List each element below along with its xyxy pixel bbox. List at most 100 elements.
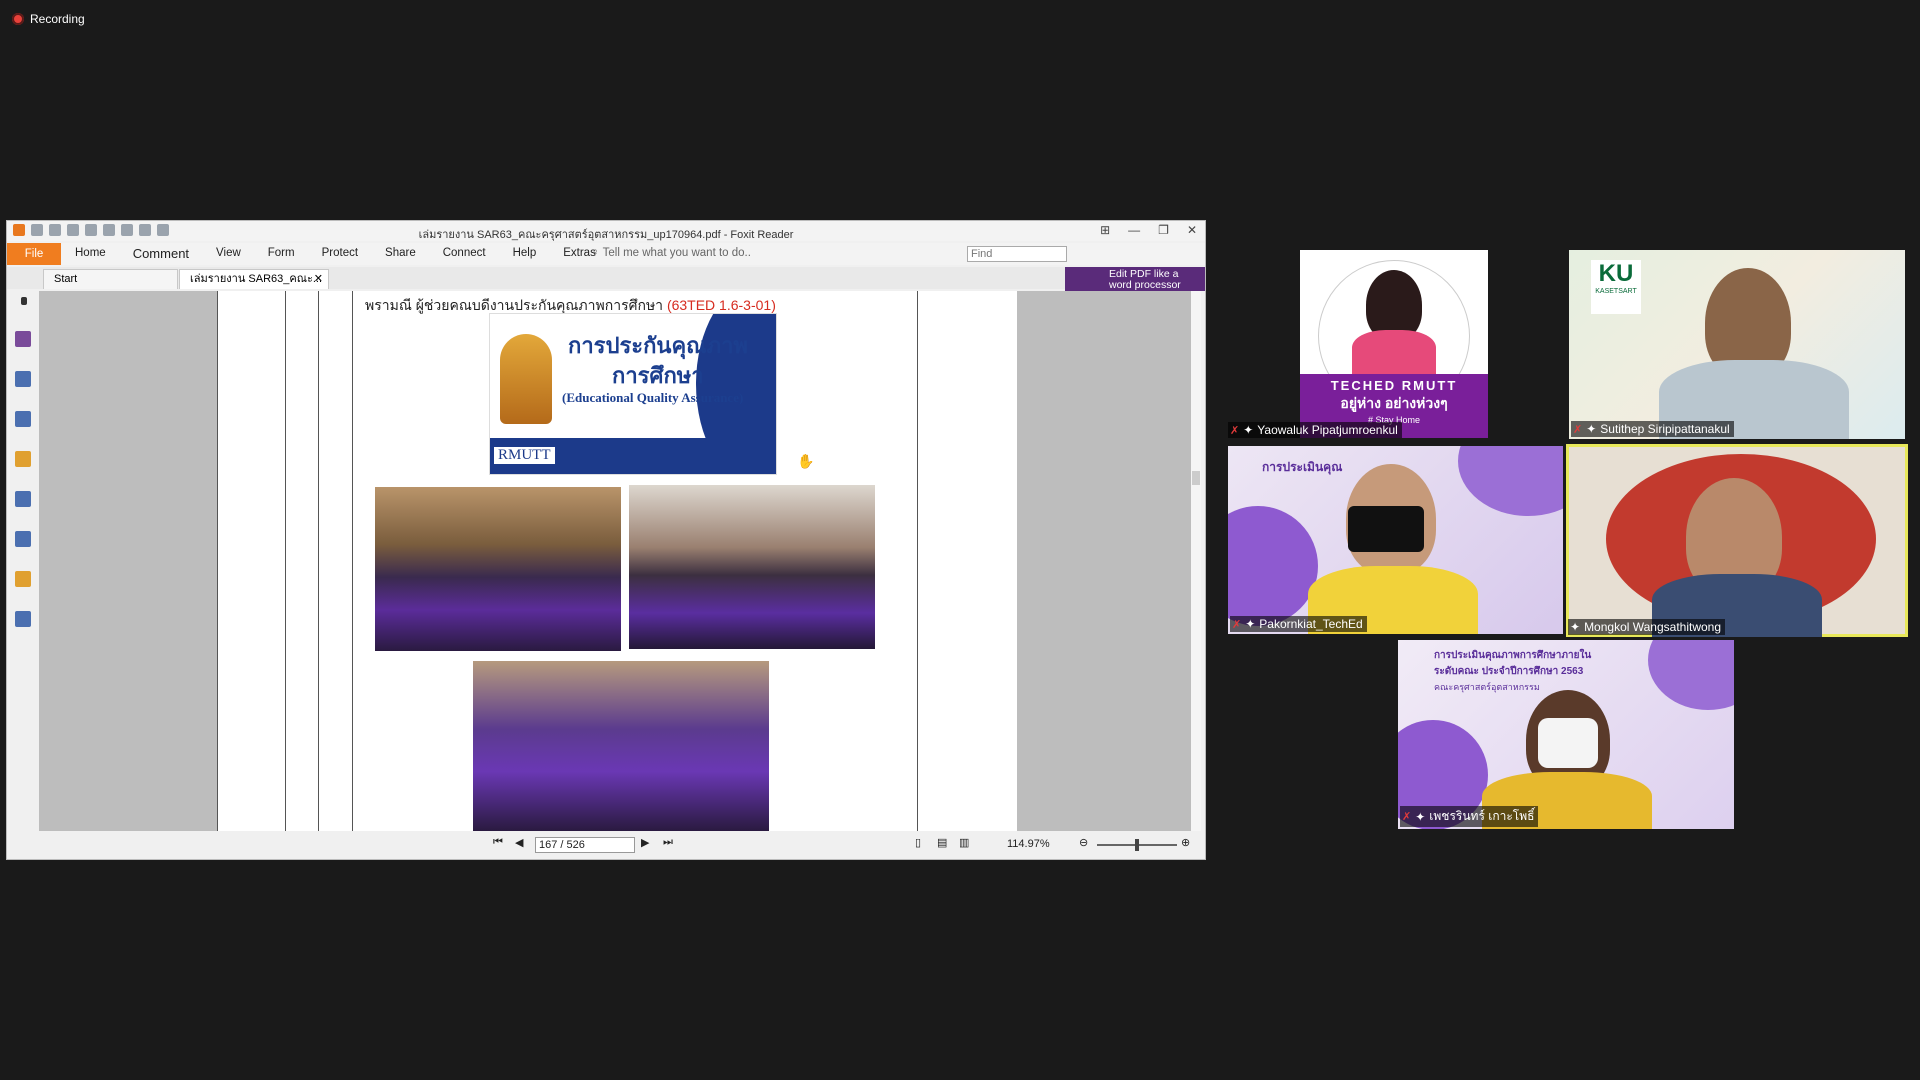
- vertical-scrollbar[interactable]: [1191, 291, 1201, 831]
- table-border: [318, 291, 319, 831]
- scroll-thumb[interactable]: [1192, 471, 1200, 485]
- attachments-icon[interactable]: [15, 491, 31, 507]
- find-input[interactable]: Find: [967, 246, 1067, 262]
- ribbon-options-icon[interactable]: ⊞: [1100, 223, 1110, 237]
- pin-icon: ✦: [1570, 620, 1581, 634]
- tab-comment[interactable]: Comment: [133, 246, 189, 261]
- table-border: [285, 291, 286, 831]
- page-number-input[interactable]: 167 / 526: [535, 837, 635, 853]
- participant-name-tag: ✗ ✦ Yaowaluk Pipatjumroenkul: [1228, 422, 1402, 438]
- navigation-panel: [7, 291, 37, 831]
- table-border: [917, 291, 918, 831]
- overlay-subtitle: อยู่ห่าง อย่างห่วงๆ: [1340, 395, 1448, 411]
- continuous-page-icon[interactable]: ▤: [937, 836, 947, 849]
- overlay-title: TECHED RMUTT: [1330, 378, 1458, 393]
- document-tabs: Start เล่มรายงาน SAR63_คณะ... ✕: [7, 267, 1205, 289]
- rmutt-logo: RMUTT: [494, 447, 555, 464]
- facing-page-icon[interactable]: ▥: [959, 836, 969, 849]
- tab-help[interactable]: Help: [513, 247, 537, 261]
- close-tab-icon[interactable]: ✕: [314, 270, 323, 289]
- university-crest-icon: [500, 334, 552, 424]
- document-viewer[interactable]: พรามณี ผู้ช่วยคณบดีงานประกันคุณภาพการศึก…: [39, 291, 1201, 831]
- background-text-3: คณะครุศาสตร์อุตสาหกรรม: [1434, 682, 1540, 692]
- zoom-out-icon[interactable]: ⊖: [1079, 836, 1088, 849]
- zoom-level[interactable]: 114.97%: [1007, 838, 1050, 850]
- file-menu[interactable]: File: [7, 243, 61, 265]
- last-page-icon[interactable]: ⏭: [663, 836, 673, 849]
- tab-connect[interactable]: Connect: [443, 247, 486, 261]
- seminar-photo-1: [375, 487, 621, 651]
- participant-name: Sutithep Siripipattanakul: [1600, 422, 1730, 436]
- pages-icon[interactable]: [15, 371, 31, 387]
- tab-home[interactable]: Home: [75, 247, 106, 261]
- zoom-slider-knob[interactable]: [1135, 839, 1139, 851]
- participant-body: [1352, 330, 1436, 374]
- next-page-icon[interactable]: ▶: [641, 836, 649, 849]
- page-navigation-bar: ⏮ ◀ 167 / 526 ▶ ⏭ ▯ ▤ ▥ 114.97% ⊖ ⊕: [7, 831, 1205, 859]
- hand-cursor-icon: ✋: [797, 453, 815, 469]
- tab-start[interactable]: Start: [43, 269, 178, 289]
- lightbulb-icon: ♀: [591, 247, 603, 259]
- quality-assurance-banner: การประกันคุณภาพ การศึกษา (Educational Qu…: [489, 313, 777, 475]
- table-border: [352, 291, 353, 831]
- table-border: [217, 291, 218, 831]
- ku-logo: KU: [1598, 260, 1634, 287]
- banner-title-english: (Educational Quality Assurance): [562, 390, 744, 405]
- first-page-icon[interactable]: ⏮: [493, 836, 503, 849]
- expand-panel-icon[interactable]: [21, 297, 27, 305]
- zoom-in-icon[interactable]: ⊕: [1181, 836, 1190, 849]
- security-icon[interactable]: [15, 571, 31, 587]
- previous-page-icon[interactable]: ◀: [515, 836, 523, 849]
- face-mask: [1538, 718, 1598, 768]
- comments-icon[interactable]: [15, 451, 31, 467]
- participant-name: Mongkol Wangsathitwong: [1584, 620, 1722, 634]
- name-tag-area: ✗ ✦ Yaowaluk Pipatjumroenkul: [1228, 420, 1448, 438]
- tab-view[interactable]: View: [216, 247, 241, 261]
- foxit-reader-window: เล่มรายงาน SAR63_คณะครุศาสตร์อุตสาหกรรม_…: [6, 220, 1206, 860]
- seminar-photo-2: [629, 485, 875, 649]
- ku-logo-subtitle: KASETSART: [1595, 288, 1637, 295]
- mic-muted-icon: ✗: [1402, 811, 1412, 823]
- pin-icon: ✦: [1245, 617, 1256, 631]
- recording-indicator: Recording: [12, 12, 85, 26]
- seminar-photo-3: [473, 661, 769, 831]
- banner-title-line2: การศึกษา: [612, 363, 704, 388]
- tab-form[interactable]: Form: [268, 247, 295, 261]
- tab-document[interactable]: เล่มรายงาน SAR63_คณะ... ✕: [179, 269, 329, 289]
- face-mask: [1348, 506, 1424, 552]
- window-title: เล่มรายงาน SAR63_คณะครุศาสตร์อุตสาหกรรม_…: [418, 229, 794, 241]
- pin-icon: ✦: [1243, 423, 1254, 437]
- participant-name-tag: ✗ ✦ Pakornkiat_TechEd: [1230, 616, 1367, 632]
- mic-muted-icon: ✗: [1230, 424, 1240, 437]
- mic-muted-icon: ✗: [1573, 423, 1583, 436]
- minimize-button[interactable]: —: [1128, 223, 1140, 237]
- restore-button[interactable]: ❐: [1158, 223, 1169, 237]
- tell-me-input[interactable]: ♀ Tell me what you want to do..: [591, 247, 751, 259]
- pin-icon: ✦: [1586, 422, 1597, 436]
- participant-name-tag: ✗ ✦ เพชรรินทร์ เกาะโพธิ์: [1400, 806, 1539, 827]
- single-page-icon[interactable]: ▯: [915, 836, 921, 849]
- video-tile-yaowaluk[interactable]: TECHED RMUTT อยู่ห่าง อย่างห่วงๆ # Stay …: [1300, 250, 1488, 438]
- sign-icon[interactable]: [15, 611, 31, 627]
- background-text-2: ระดับคณะ ประจำปีการศึกษา 2563: [1434, 666, 1584, 677]
- recording-label: Recording: [30, 12, 85, 26]
- tab-protect[interactable]: Protect: [322, 247, 358, 261]
- participant-name-tag: ✦ Mongkol Wangsathitwong: [1568, 619, 1726, 635]
- tab-share[interactable]: Share: [385, 247, 416, 261]
- participant-name-tag: ✗ ✦ Sutithep Siripipattanakul: [1571, 421, 1734, 437]
- video-tile-mongkol[interactable]: ✦ Mongkol Wangsathitwong: [1566, 444, 1908, 637]
- edit-pdf-banner[interactable]: Edit PDF like a word processor: [1065, 267, 1205, 291]
- ribbon-tabs: File Home Comment View Form Protect Shar…: [7, 243, 1205, 265]
- record-icon: [12, 13, 24, 25]
- signatures-icon[interactable]: [15, 531, 31, 547]
- participant-name: Pakornkiat_TechEd: [1259, 617, 1363, 631]
- bookmarks-icon[interactable]: [15, 331, 31, 347]
- video-tile-pakornkiat[interactable]: การประเมินคุณ ✗ ✦ Pakornkiat_TechEd: [1228, 446, 1563, 634]
- layers-icon[interactable]: [15, 411, 31, 427]
- mic-muted-icon: ✗: [1232, 618, 1242, 631]
- close-button[interactable]: ✕: [1187, 223, 1197, 237]
- background-text-1: การประเมินคุณภาพการศึกษาภายใน: [1434, 650, 1592, 661]
- video-tile-sutithep[interactable]: KU KASETSART ✗ ✦ Sutithep Siripipattanakul: [1569, 250, 1905, 439]
- title-bar: เล่มรายงาน SAR63_คณะครุศาสตร์อุตสาหกรรม_…: [7, 221, 1205, 241]
- video-tile-petcharin[interactable]: การประเมินคุณภาพการศึกษาภายใน ระดับคณะ ป…: [1398, 640, 1734, 829]
